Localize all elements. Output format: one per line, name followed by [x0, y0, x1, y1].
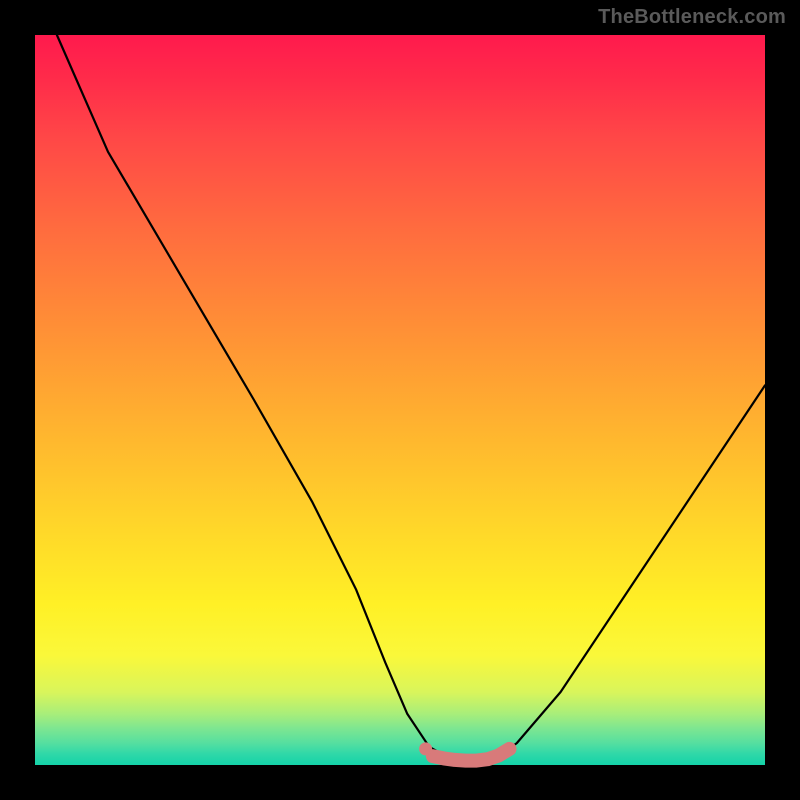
plot-area	[35, 35, 765, 765]
chart-frame: TheBottleneck.com	[0, 0, 800, 800]
watermark-text: TheBottleneck.com	[598, 6, 786, 29]
curve-line	[57, 35, 765, 761]
single-marker	[419, 742, 432, 755]
highlight-markers	[433, 749, 510, 761]
chart-svg	[35, 35, 765, 765]
